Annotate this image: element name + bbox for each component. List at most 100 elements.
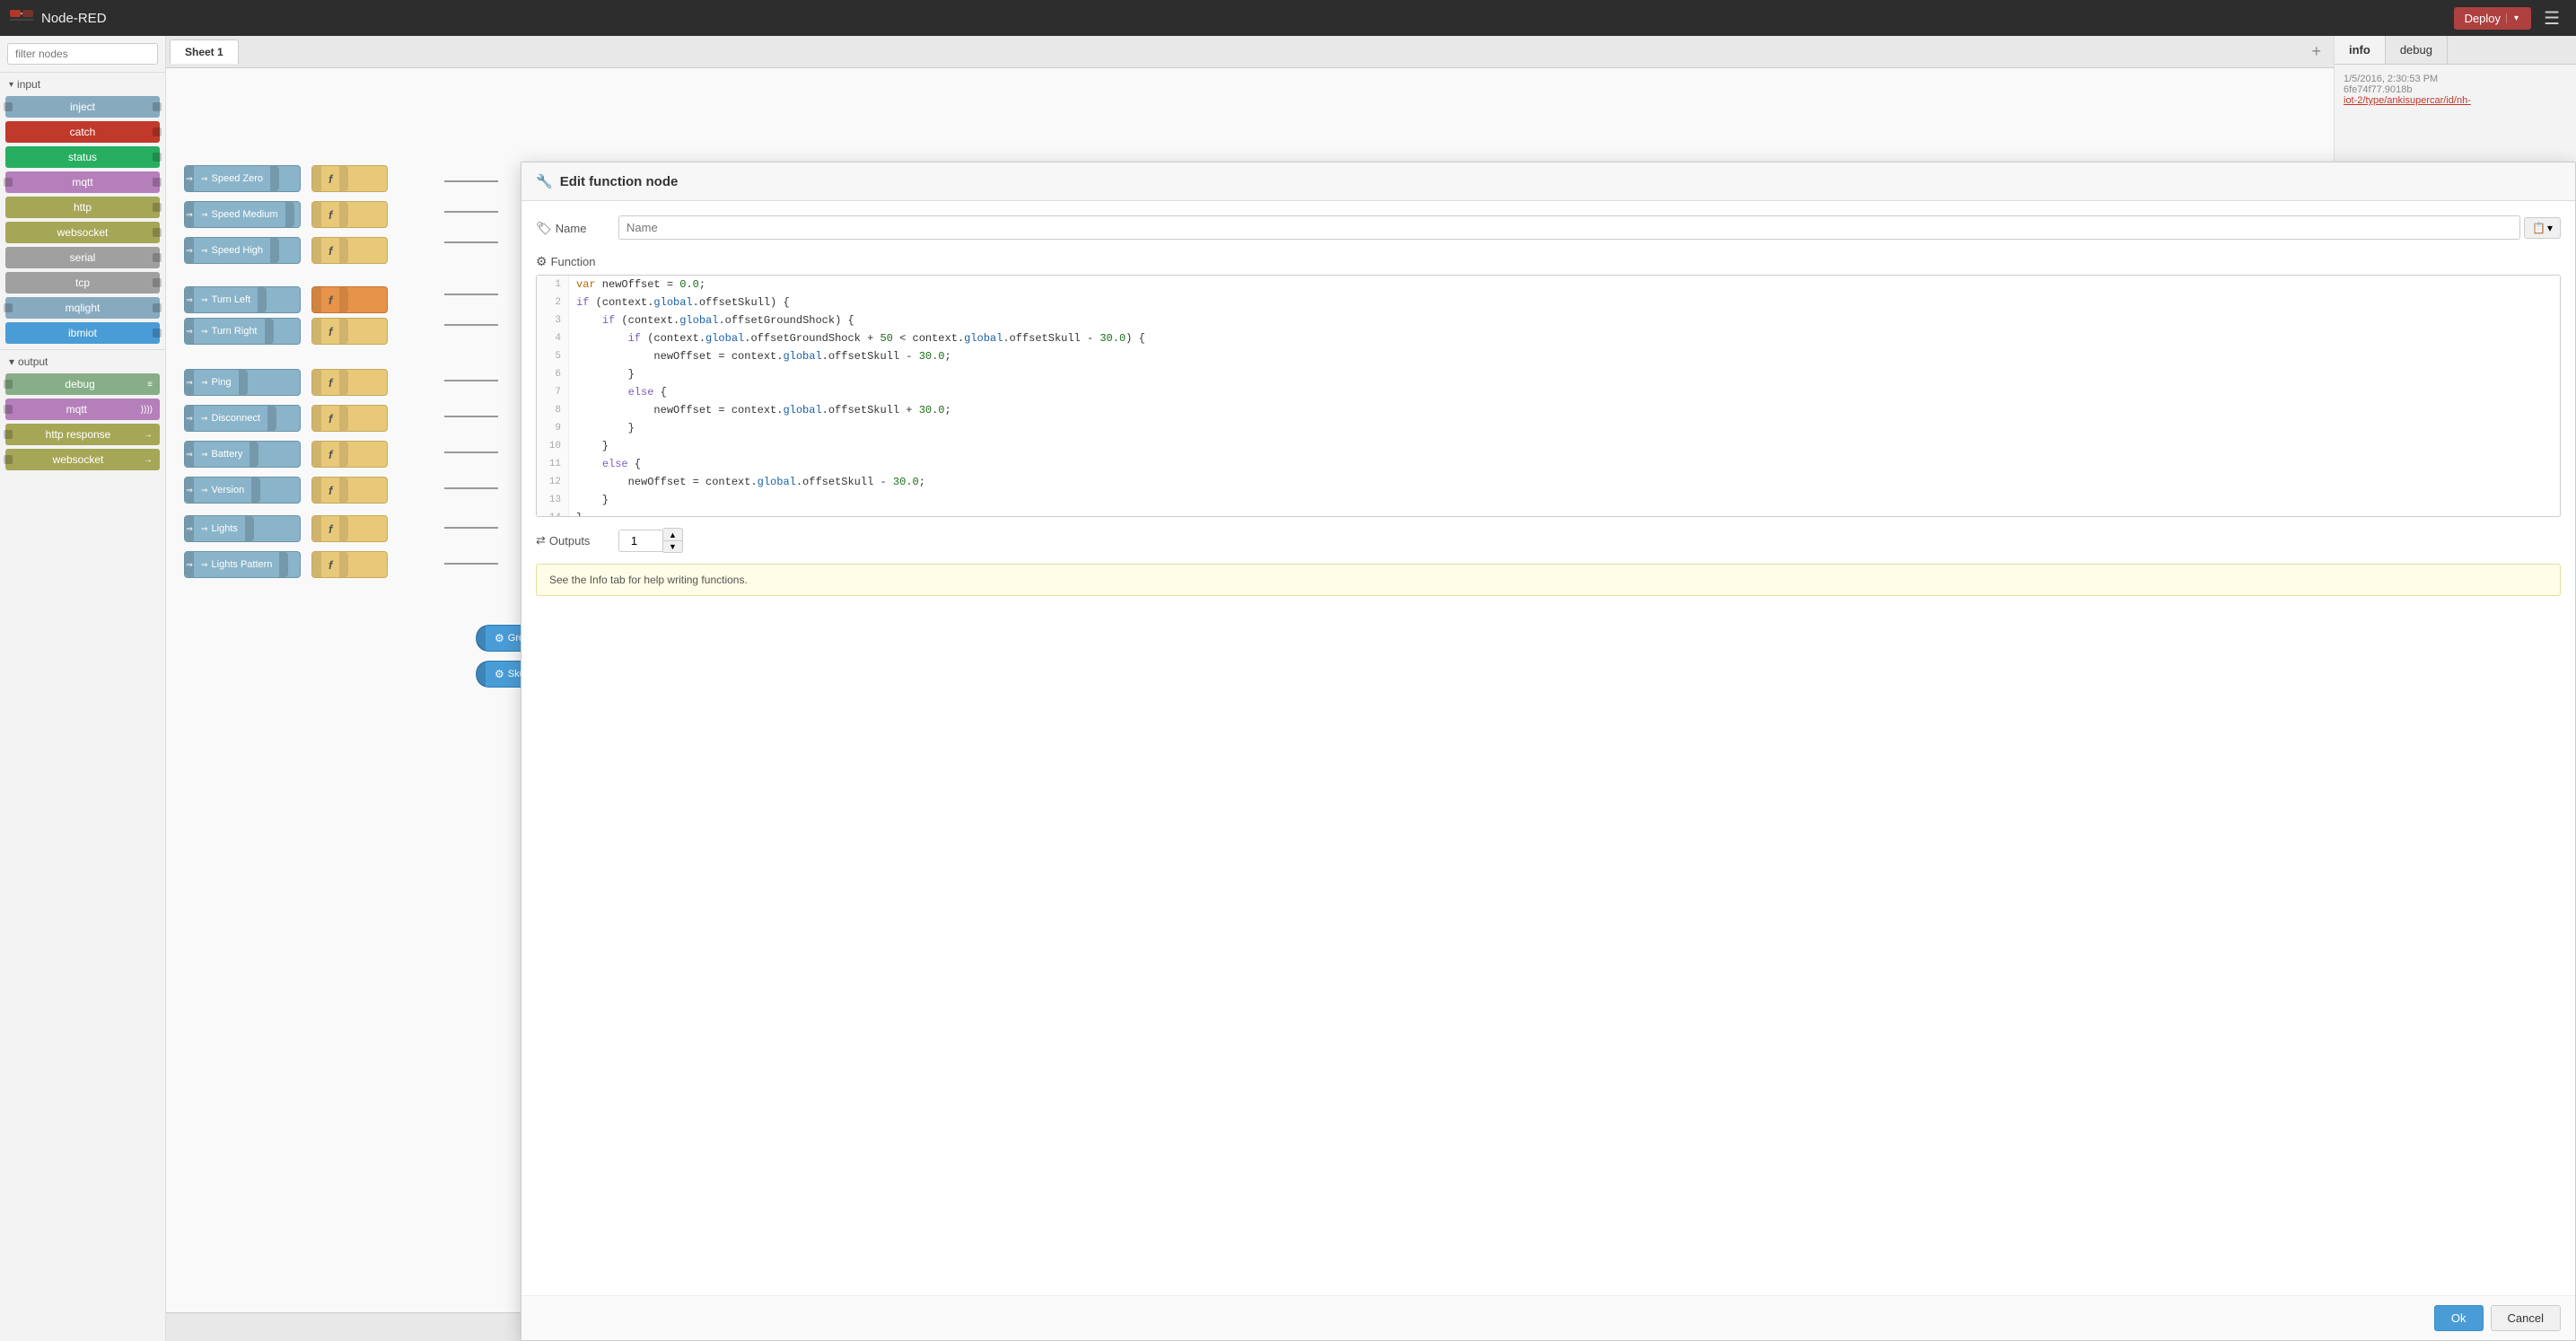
deploy-arrow-icon[interactable]: ▾ <box>2506 13 2519 23</box>
flow-node-turn-right-input[interactable]: ⇒ ⇒Turn Right <box>184 318 301 345</box>
flow-node-lights-input[interactable]: ⇒ ⇒Lights <box>184 515 301 542</box>
port-left-icon <box>312 166 321 191</box>
func-node-6[interactable]: f <box>311 369 388 396</box>
tab-debug[interactable]: debug <box>2386 36 2448 64</box>
code-editor[interactable]: 1 var newOffset = 0.0; 2 if (context.glo… <box>536 275 2561 517</box>
port-left-icon <box>4 102 13 111</box>
cancel-button[interactable]: Cancel <box>2491 1305 2561 1331</box>
flow-node-speed-zero-input[interactable]: ⇒ ⇒Speed Zero <box>184 165 301 192</box>
function-label-row: ⚙ Function <box>536 254 2561 269</box>
spin-down-button[interactable]: ▼ <box>663 540 683 553</box>
lights-pattern-label: Lights Pattern <box>212 559 273 570</box>
sidebar-item-serial[interactable]: serial <box>5 247 160 268</box>
spin-up-button[interactable]: ▲ <box>663 528 683 540</box>
sidebar-item-mqlight[interactable]: mqlight <box>5 297 160 319</box>
add-tab-button[interactable]: + <box>2302 39 2330 65</box>
port-right-icon <box>153 153 162 162</box>
sidebar-item-websocket[interactable]: websocket <box>5 222 160 243</box>
func-node-10[interactable]: f <box>311 515 388 542</box>
port-left-icon: ⇒ <box>185 442 194 467</box>
func-node-11[interactable]: f <box>311 551 388 578</box>
port-left-icon <box>312 287 321 312</box>
output-section-label[interactable]: ▾ output <box>0 349 165 372</box>
flow-node-turn-left-input[interactable]: ⇒ ⇒Turn Left <box>184 286 301 313</box>
input-section-label[interactable]: ▾ input <box>0 73 165 94</box>
name-type-button[interactable]: 📋 ▾ <box>2524 217 2561 239</box>
func-node-5[interactable]: f <box>311 318 388 345</box>
func-node-9[interactable]: f <box>311 477 388 504</box>
filter-input[interactable] <box>7 43 158 65</box>
dropdown-icon: ▾ <box>2547 222 2553 234</box>
topbar-left: Node-RED <box>9 9 107 27</box>
output-node-list: debug ≡ mqtt )))) http response → websoc… <box>0 372 165 472</box>
ibmiot-label: ibmiot <box>13 327 153 339</box>
info-link[interactable]: iot-2/type/ankisupercar/id/nh- <box>2344 95 2567 106</box>
deploy-button[interactable]: Deploy ▾ <box>2454 7 2532 30</box>
flow-node-speed-medium-input[interactable]: ⇒ ⇒Speed Medium <box>184 201 301 228</box>
sidebar-item-ibmiot[interactable]: ibmiot <box>5 322 160 344</box>
code-line-6: 6 } <box>537 365 2560 383</box>
flow-node-version-input[interactable]: ⇒ ⇒Version <box>184 477 301 504</box>
edit-function-modal[interactable]: 🔧 Edit function node 🏷 Name 📋 ▾ <box>521 162 2576 1341</box>
sidebar-item-status[interactable]: status <box>5 146 160 168</box>
sheet-1-tab[interactable]: Sheet 1 <box>170 39 239 64</box>
hamburger-icon[interactable]: ☰ <box>2537 4 2567 33</box>
port-right-icon <box>153 178 162 187</box>
func-node-3[interactable]: f <box>311 237 388 264</box>
func-node-2[interactable]: f <box>311 201 388 228</box>
info-text: See the Info tab for help writing functi… <box>549 574 748 586</box>
input-section-text: input <box>17 78 40 91</box>
function-icon: f <box>329 294 332 307</box>
port-left-icon <box>312 202 321 227</box>
port-left-icon <box>312 478 321 503</box>
http-response-label: http response <box>13 428 144 441</box>
func-node-4-active[interactable]: f <box>311 286 388 313</box>
flow-node-disconnect-input[interactable]: ⇒ ⇒Disconnect <box>184 405 301 432</box>
sidebar-item-websocket-out[interactable]: websocket → <box>5 449 160 470</box>
name-input[interactable] <box>618 215 2520 240</box>
flow-node-ping-input[interactable]: ⇒ ⇒ Ping <box>184 369 301 396</box>
mqlight-label: mqlight <box>13 302 153 314</box>
sidebar-item-http-response[interactable]: http response → <box>5 424 160 445</box>
flow-node-speed-high-input[interactable]: ⇒ ⇒Speed High <box>184 237 301 264</box>
outputs-row: ⇄ Outputs ▲ ▼ <box>536 528 2561 553</box>
port-right-icon <box>153 329 162 337</box>
debug-label: debug <box>13 378 147 390</box>
websocket-out-icon: → <box>144 455 153 465</box>
func-node-8[interactable]: f <box>311 441 388 468</box>
app-title: Node-RED <box>41 11 107 26</box>
port-left-icon <box>477 626 486 651</box>
turn-left-label: Turn Left <box>212 294 251 305</box>
port-left-icon: ⇒ <box>185 370 194 395</box>
function-icon: f <box>329 484 332 497</box>
flow-node-lights-pattern-input[interactable]: ⇒ ⇒Lights Pattern <box>184 551 301 578</box>
func-node-1[interactable]: f <box>311 165 388 192</box>
flow-node-battery-input[interactable]: ⇒ ⇒Battery <box>184 441 301 468</box>
outputs-icon: ⇄ <box>536 533 546 548</box>
output-section-text: output <box>18 355 48 368</box>
deploy-label: Deploy <box>2465 12 2501 25</box>
outputs-input[interactable] <box>618 530 663 552</box>
sidebar-item-mqtt-out[interactable]: mqtt )))) <box>5 399 160 420</box>
websocket-label: websocket <box>13 226 153 239</box>
func-node-7[interactable]: f <box>311 405 388 432</box>
ping-label: Ping <box>212 377 232 388</box>
outputs-spinner: ▲ ▼ <box>618 528 683 553</box>
speed-medium-label: Speed Medium <box>212 209 278 220</box>
ok-button[interactable]: Ok <box>2434 1305 2484 1331</box>
port-right-icon <box>339 442 348 467</box>
sidebar-item-debug[interactable]: debug ≡ <box>5 373 160 395</box>
sidebar-item-inject[interactable]: inject <box>5 96 160 118</box>
port-left-icon <box>4 303 13 312</box>
tag-icon: 🏷 <box>536 221 552 236</box>
sidebar-item-http[interactable]: http <box>5 197 160 218</box>
code-line-9: 9 } <box>537 419 2560 437</box>
arrow-icon: ⇒ <box>201 378 208 388</box>
port-left-icon <box>4 178 13 187</box>
port-left-icon <box>312 370 321 395</box>
sidebar-item-mqtt[interactable]: mqtt <box>5 171 160 193</box>
sidebar-item-catch[interactable]: catch <box>5 121 160 143</box>
websocket-out-label: websocket <box>13 453 144 466</box>
tab-info[interactable]: info <box>2335 36 2386 64</box>
sidebar-item-tcp[interactable]: tcp <box>5 272 160 294</box>
